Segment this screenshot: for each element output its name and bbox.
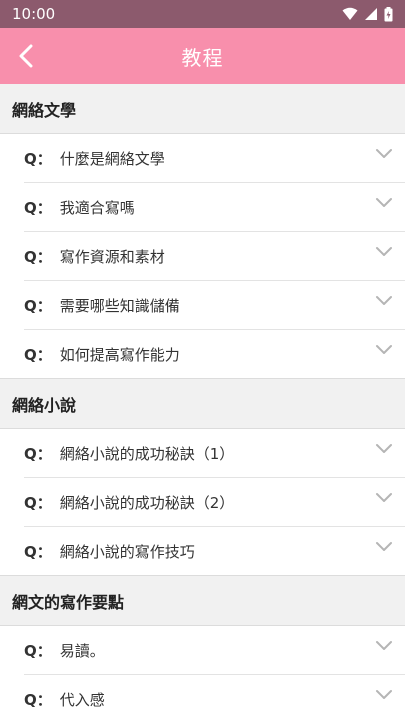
question-text: 易讀。 [59,642,105,660]
status-bar: 10:00 [0,0,405,28]
question-prefix: Q： [24,691,52,709]
faq-item[interactable]: Q： 網絡小說的成功秘訣（1） [0,429,405,478]
faq-item[interactable]: Q： 我適合寫嗎 [0,183,405,232]
chevron-down-icon [376,641,392,650]
battery-icon [384,6,393,21]
chevron-down-icon [376,198,392,207]
question-text: 需要哪些知識儲備 [59,297,180,315]
wifi-icon [342,7,358,20]
status-time: 10:00 [12,5,56,23]
question-prefix: Q： [24,642,52,660]
faq-item[interactable]: Q： 寫作資源和素材 [0,232,405,281]
chevron-down-icon [376,296,392,305]
signal-icon [365,8,377,20]
question-text: 如何提高寫作能力 [59,346,180,364]
chevron-down-icon [376,345,392,354]
chevron-down-icon [376,493,392,502]
question-text: 網絡小說的成功秘訣（1） [59,445,235,463]
back-button[interactable] [12,42,40,70]
faq-item[interactable]: Q： 如何提高寫作能力 [0,330,405,379]
chevron-down-icon [376,149,392,158]
question-text: 什麼是網絡文學 [59,150,165,168]
question-text: 網絡小說的成功秘訣（2） [59,494,235,512]
question-prefix: Q： [24,494,52,512]
question-text: 網絡小說的寫作技巧 [59,543,195,561]
chevron-down-icon [376,247,392,256]
question-text: 代入感 [59,691,105,709]
page-title: 教程 [181,45,224,70]
question-prefix: Q： [24,445,52,463]
chevron-down-icon [376,542,392,551]
tutorial-list: 網絡文學 Q： 什麼是網絡文學 Q： 我適合寫嗎 Q： 寫作資源和素材 Q： 需要哪些知識儲備 Q… [0,84,405,720]
question-prefix: Q： [24,199,52,217]
back-arrow-icon [19,44,33,68]
question-prefix: Q： [24,543,52,561]
faq-item[interactable]: Q： 易讀。 [0,626,405,675]
question-prefix: Q： [24,297,52,315]
status-icons [342,6,393,22]
section-header: 網文的寫作要點 [0,576,405,626]
faq-item[interactable]: Q： 網絡小說的成功秘訣（2） [0,478,405,527]
question-text: 寫作資源和素材 [59,248,165,266]
section-header: 網絡小說 [0,379,405,429]
section-header: 網絡文學 [0,84,405,134]
faq-item[interactable]: Q： 什麼是網絡文學 [0,134,405,183]
question-text: 我適合寫嗎 [59,199,135,217]
chevron-down-icon [376,690,392,699]
faq-item[interactable]: Q： 代入感 [0,675,405,720]
question-prefix: Q： [24,346,52,364]
app-bar: 教程 [0,28,405,84]
question-prefix: Q： [24,150,52,168]
chevron-down-icon [376,444,392,453]
faq-item[interactable]: Q： 網絡小說的寫作技巧 [0,527,405,576]
question-prefix: Q： [24,248,52,266]
faq-item[interactable]: Q： 需要哪些知識儲備 [0,281,405,330]
